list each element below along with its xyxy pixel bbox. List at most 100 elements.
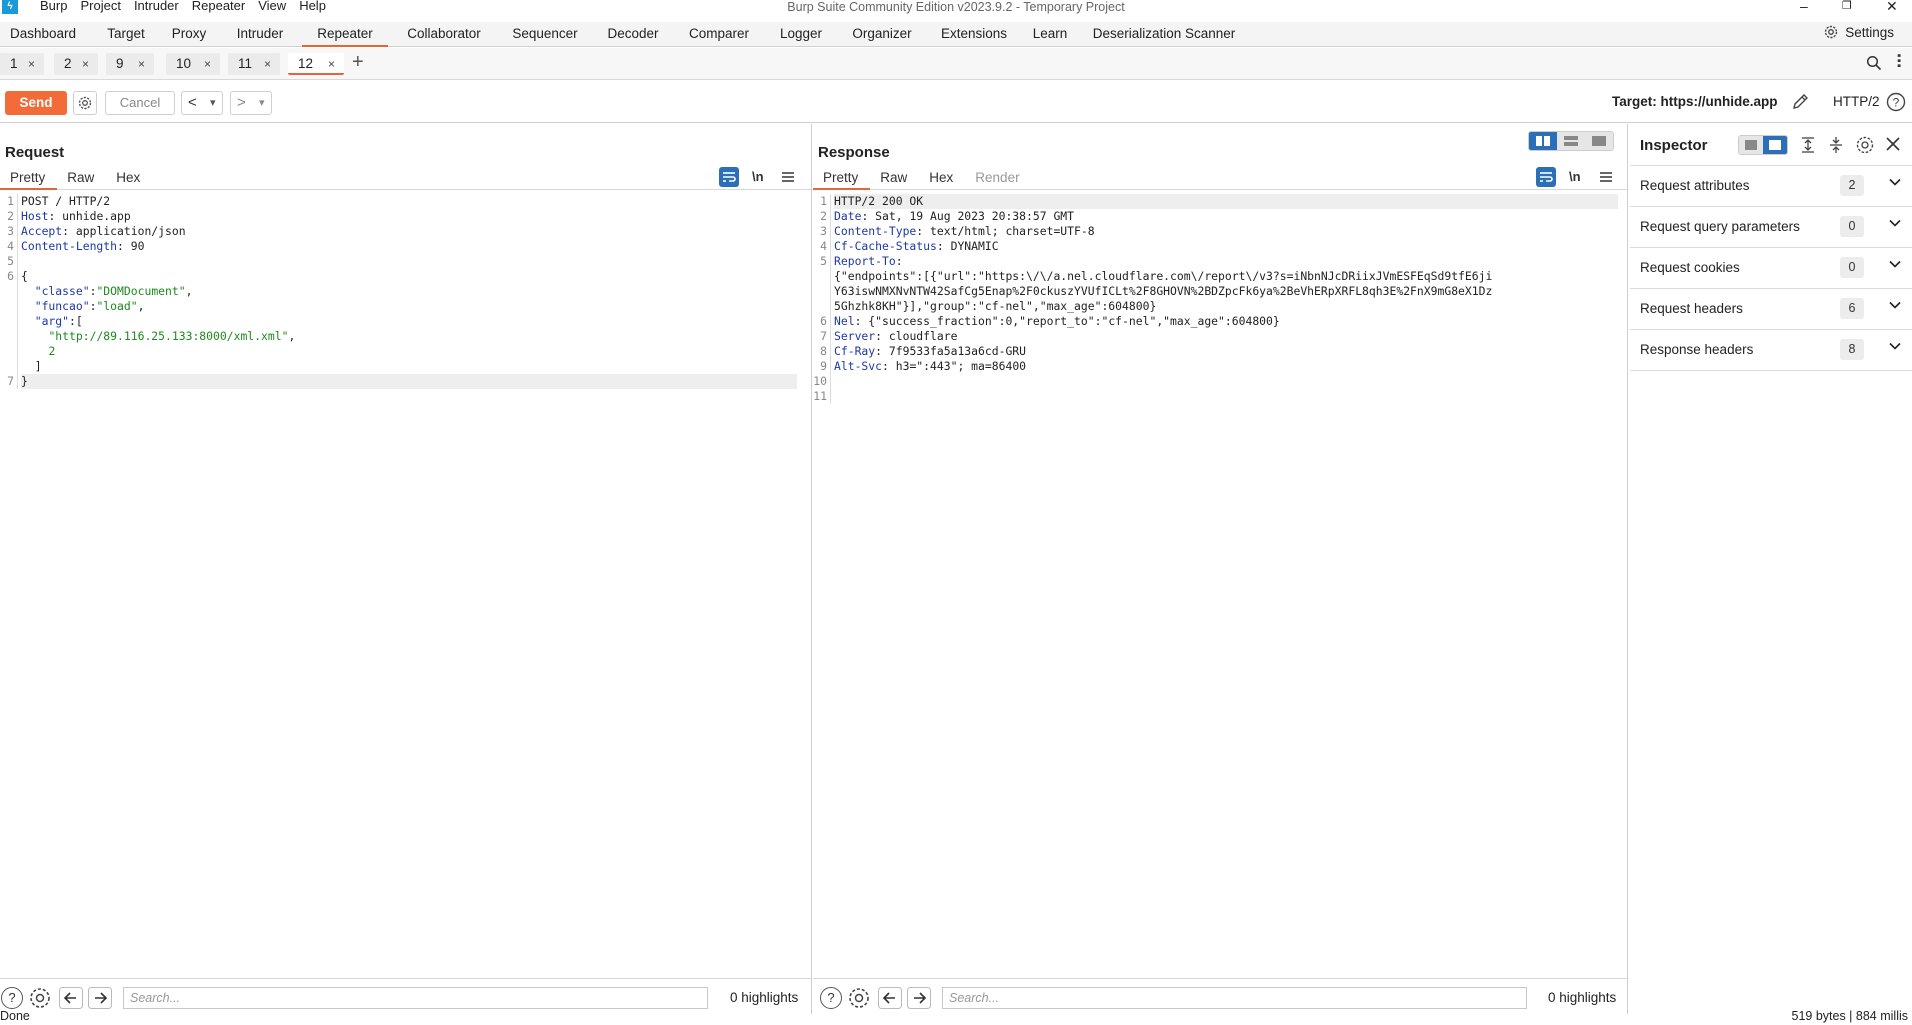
arrow-right-icon[interactable]	[907, 987, 931, 1009]
newline-toggle[interactable]: \n	[752, 169, 764, 184]
request-tab-pretty[interactable]: Pretty	[0, 168, 58, 190]
burp-logo-icon: ϟ	[2, 0, 18, 14]
more-icon[interactable]: ⋯	[1890, 53, 1907, 68]
history-forward-button[interactable]: > ▾	[230, 91, 272, 115]
history-back-button[interactable]: < ▾	[181, 91, 223, 115]
response-tab-render[interactable]: Render	[965, 168, 1031, 190]
code-line: "classe":"DOMDocument",	[21, 284, 797, 299]
tab-proxy[interactable]: Proxy	[158, 22, 220, 47]
close-tab-icon[interactable]: ×	[82, 53, 89, 75]
close-tab-icon[interactable]: ×	[204, 53, 211, 75]
request-code[interactable]: POST / HTTP/2 Host: unhide.app Accept: app…	[21, 194, 797, 389]
menu-intruder[interactable]: Intruder	[128, 0, 186, 13]
response-tab-hex[interactable]: Hex	[919, 168, 965, 190]
response-tab-raw[interactable]: Raw	[870, 168, 919, 190]
help-icon[interactable]: ?	[1, 987, 23, 1009]
expand-all-icon[interactable]	[1800, 136, 1816, 154]
tab-extensions[interactable]: Extensions	[928, 22, 1020, 47]
arrow-left-icon[interactable]	[878, 987, 902, 1009]
newline-toggle[interactable]: \n	[1569, 169, 1581, 184]
request-tab-hex[interactable]: Hex	[106, 168, 152, 190]
tab-decoder[interactable]: Decoder	[594, 22, 672, 47]
repeater-tab-1[interactable]: 1 ×	[0, 53, 44, 75]
inspector-section-request-cookies[interactable]: Request cookies 0	[1630, 248, 1912, 289]
layout-icon[interactable]	[1763, 136, 1787, 154]
tab-learn[interactable]: Learn	[1022, 22, 1078, 47]
close-window-button[interactable]: ✕	[1886, 0, 1898, 13]
close-tab-icon[interactable]: ×	[264, 53, 271, 75]
request-editor[interactable]: 1234567 POST / HTTP/2 Host: unhide.app Acc…	[0, 194, 812, 974]
chevron-down-icon[interactable]	[1888, 339, 1902, 353]
code-key: Host	[21, 209, 49, 223]
request-search-input[interactable]: Search...	[123, 987, 708, 1009]
restore-button[interactable]: ❐	[1842, 0, 1852, 13]
close-tab-icon[interactable]: ×	[328, 53, 335, 75]
response-editor[interactable]: 1 2 3 4 5 6 7 8 9 10 11 HTTP/2 200 OK Date: Sat, 19…	[813, 194, 1628, 974]
response-tab-pretty[interactable]: Pretty	[813, 168, 871, 190]
layout-toggle[interactable]	[1528, 131, 1614, 151]
send-button[interactable]: Send	[5, 91, 67, 115]
repeater-tab-11[interactable]: 11 ×	[228, 53, 280, 75]
tab-organizer[interactable]: Organizer	[838, 22, 926, 47]
menu-burp[interactable]: Burp	[34, 0, 74, 13]
inspector-panel: Inspector Request attributes 2 Request que…	[1630, 124, 1912, 1014]
code-key: Accept	[21, 224, 63, 238]
arrow-left-icon[interactable]	[59, 987, 83, 1009]
tab-repeater[interactable]: Repeater	[302, 22, 388, 47]
inspector-layout-toggle[interactable]	[1738, 135, 1788, 155]
tab-intruder[interactable]: Intruder	[220, 22, 300, 47]
layout-icon[interactable]	[1739, 136, 1763, 154]
request-tab-raw[interactable]: Raw	[57, 168, 106, 190]
repeater-tab-2[interactable]: 2 ×	[54, 53, 98, 75]
send-settings-button[interactable]	[73, 91, 97, 115]
cancel-button[interactable]: Cancel	[105, 91, 175, 115]
close-tab-icon[interactable]: ×	[28, 53, 35, 75]
menu-repeater[interactable]: Repeater	[186, 0, 252, 13]
response-code[interactable]: HTTP/2 200 OK Date: Sat, 19 Aug 2023 20:3…	[834, 194, 1618, 404]
tab-comparer[interactable]: Comparer	[674, 22, 764, 47]
wrap-icon[interactable]	[1536, 167, 1556, 187]
repeater-tab-10[interactable]: 10 ×	[166, 53, 220, 75]
minimize-button[interactable]: –	[1800, 0, 1808, 13]
wrap-icon[interactable]	[719, 167, 739, 187]
chevron-down-icon[interactable]	[1888, 257, 1902, 271]
tab-sequencer[interactable]: Sequencer	[500, 22, 590, 47]
add-tab-button[interactable]: +	[352, 51, 364, 74]
chevron-down-icon[interactable]	[1888, 175, 1902, 189]
help-icon[interactable]: ?	[820, 987, 842, 1009]
back-arrow-icon: <	[188, 94, 197, 111]
inspector-section-response-headers[interactable]: Response headers 8	[1630, 330, 1912, 371]
pencil-icon[interactable]	[1790, 92, 1810, 112]
menu-view[interactable]: View	[252, 0, 293, 13]
tab-deserialization-scanner[interactable]: Deserialization Scanner	[1086, 22, 1242, 47]
menu-project[interactable]: Project	[74, 0, 127, 13]
close-tab-icon[interactable]: ×	[138, 53, 145, 75]
search-icon[interactable]	[1866, 55, 1882, 71]
tab-target[interactable]: Target	[94, 22, 158, 47]
repeater-tab-9[interactable]: 9 ×	[106, 53, 154, 75]
tab-dashboard[interactable]: Dashboard	[0, 22, 86, 47]
menu-icon[interactable]	[1599, 170, 1613, 184]
layout-icon[interactable]	[1585, 132, 1613, 150]
repeater-tab-12[interactable]: 12 ×	[288, 53, 344, 75]
tab-collaborator[interactable]: Collaborator	[392, 22, 496, 47]
close-icon[interactable]	[1885, 136, 1901, 152]
menu-icon[interactable]	[781, 170, 795, 184]
settings-button[interactable]: Settings	[1823, 24, 1894, 40]
gear-icon[interactable]	[1855, 135, 1875, 155]
help-icon[interactable]: ?	[1886, 92, 1906, 112]
menu-help[interactable]: Help	[293, 0, 333, 13]
inspector-section-request-headers[interactable]: Request headers 6	[1630, 289, 1912, 330]
response-search-input[interactable]: Search...	[942, 987, 1527, 1009]
layout-icon[interactable]	[1529, 132, 1557, 150]
protocol-label[interactable]: HTTP/2	[1833, 94, 1880, 109]
code-text: :[	[69, 314, 83, 328]
layout-icon[interactable]	[1557, 132, 1585, 150]
tab-logger[interactable]: Logger	[766, 22, 836, 47]
collapse-all-icon[interactable]	[1828, 136, 1844, 154]
inspector-section-request-attributes[interactable]: Request attributes 2	[1630, 166, 1912, 207]
chevron-down-icon[interactable]	[1888, 298, 1902, 312]
arrow-right-icon[interactable]	[88, 987, 112, 1009]
inspector-section-request-query-parameters[interactable]: Request query parameters 0	[1630, 207, 1912, 248]
chevron-down-icon[interactable]	[1888, 216, 1902, 230]
